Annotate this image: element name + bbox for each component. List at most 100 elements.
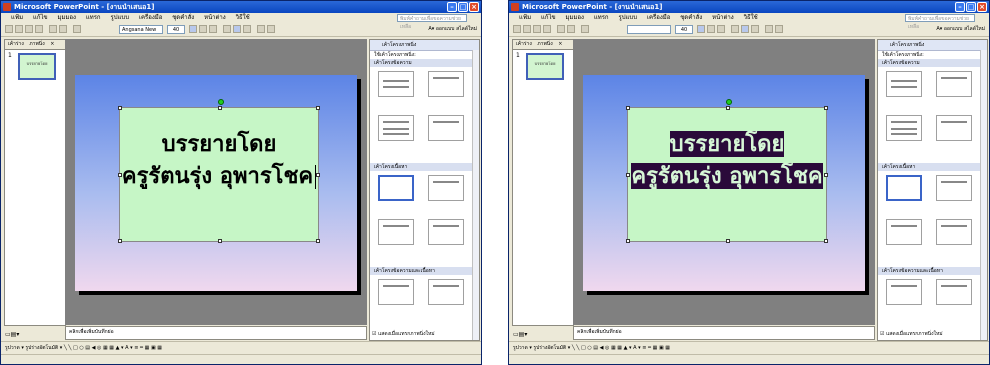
layout-title-two-content[interactable] — [936, 219, 972, 245]
text-placeholder[interactable]: บรรยายโดย ครูรัตนรุ่ง อุพารโชค — [626, 99, 828, 243]
italic-icon[interactable] — [199, 25, 207, 33]
layout-title-text[interactable] — [378, 115, 414, 141]
layout-blank[interactable] — [378, 175, 414, 201]
view-buttons[interactable]: ▭▤▾ — [513, 331, 527, 338]
menu-insert[interactable]: แทรก — [594, 14, 609, 21]
tab-outline[interactable]: เค้าร่าง — [516, 41, 532, 47]
layout-content[interactable] — [428, 175, 464, 201]
underline-icon[interactable] — [717, 25, 725, 33]
show-on-insert-checkbox[interactable]: ☑ แสดงเมื่อแทรกภาพนิ่งใหม่ — [372, 330, 435, 338]
menu-tools[interactable]: เครื่องมือ — [647, 14, 670, 21]
draw-menu[interactable]: รูปวาด — [513, 345, 528, 351]
bold-icon[interactable] — [697, 25, 705, 33]
design-button[interactable]: ออกแบบ — [944, 26, 963, 32]
maximize-button[interactable]: □ — [966, 2, 976, 12]
resize-handle[interactable] — [316, 106, 320, 110]
layout-title-content[interactable] — [378, 219, 414, 245]
resize-handle[interactable] — [726, 239, 730, 243]
resize-handle[interactable] — [316, 239, 320, 243]
align-left-icon[interactable] — [223, 25, 231, 33]
font-size-box[interactable]: 40 — [167, 25, 185, 34]
text-placeholder[interactable]: บรรยายโดย ครูรัตนรุ่ง อุพารโชค — [118, 99, 320, 243]
show-on-insert-checkbox[interactable]: ☑ แสดงเมื่อแทรกภาพนิ่งใหม่ — [880, 330, 943, 338]
paste-icon[interactable] — [567, 25, 575, 33]
draw-shapes-icons[interactable]: ▾ ╲ ╲ □ ○ ▤ ◀ ◎ ▦ ▦ ▲ ▾ A ▾ ≡ ═ ▦ ▣ ▦ — [60, 345, 162, 351]
layout-text-content[interactable] — [886, 279, 922, 305]
numbering-icon[interactable] — [257, 25, 265, 33]
menu-slideshow[interactable]: ชุดคำสั่ง — [172, 14, 194, 21]
underline-icon[interactable] — [209, 25, 217, 33]
slide-canvas[interactable]: บรรยายโดย ครูรัตนรุ่ง อุพารโชค — [583, 75, 865, 291]
close-pane-icon[interactable]: × — [558, 41, 562, 47]
copy-icon[interactable] — [557, 25, 565, 33]
menu-slideshow[interactable]: ชุดคำสั่ง — [680, 14, 702, 21]
font-name-box[interactable] — [627, 25, 671, 34]
slide-thumbnail[interactable]: บรรยายโดย — [526, 53, 564, 80]
resize-handle[interactable] — [218, 106, 222, 110]
undo-icon[interactable] — [73, 25, 81, 33]
resize-handle[interactable] — [118, 239, 122, 243]
menu-view[interactable]: มุมมอง — [58, 14, 76, 21]
slide-thumbnail[interactable]: บรรยายโดย — [18, 53, 56, 80]
notes-pane[interactable]: คลิกเพื่อเพิ่มบันทึกย่อ — [65, 326, 367, 340]
open-icon[interactable] — [523, 25, 531, 33]
autoshapes-menu[interactable]: รูปร่างอัตโนมัติ — [25, 345, 58, 351]
save-icon[interactable] — [25, 25, 33, 33]
layout-title-slide[interactable] — [886, 71, 922, 97]
open-icon[interactable] — [15, 25, 23, 33]
resize-handle[interactable] — [626, 106, 630, 110]
tab-slides[interactable]: ภาพนิ่ง — [29, 41, 44, 47]
minimize-button[interactable]: – — [955, 2, 965, 12]
layout-title-slide[interactable] — [378, 71, 414, 97]
resize-handle[interactable] — [118, 106, 122, 110]
align-right-icon[interactable] — [243, 25, 251, 33]
layout-text-content[interactable] — [378, 279, 414, 305]
menu-view[interactable]: มุมมอง — [566, 14, 584, 21]
tab-slides[interactable]: ภาพนิ่ง — [537, 41, 552, 47]
paste-icon[interactable] — [59, 25, 67, 33]
new-icon[interactable] — [5, 25, 13, 33]
font-name-box[interactable]: Angsana New — [119, 25, 163, 34]
menu-tools[interactable]: เครื่องมือ — [139, 14, 162, 21]
layout-two-column[interactable] — [428, 115, 464, 141]
close-button[interactable]: × — [977, 2, 987, 12]
layout-title-only[interactable] — [428, 71, 464, 97]
font-color-icon[interactable]: A▾ — [936, 26, 944, 32]
view-buttons[interactable]: ▭▤▾ — [5, 331, 19, 338]
layout-blank[interactable] — [886, 175, 922, 201]
menu-help[interactable]: วิธีใช้ — [236, 14, 250, 21]
resize-handle[interactable] — [726, 106, 730, 110]
save-icon[interactable] — [533, 25, 541, 33]
new-slide-button[interactable]: สไลด์ใหม่ — [964, 26, 985, 32]
undo-icon[interactable] — [581, 25, 589, 33]
italic-icon[interactable] — [707, 25, 715, 33]
new-slide-button[interactable]: สไลด์ใหม่ — [456, 26, 477, 32]
menu-format[interactable]: รูปแบบ — [618, 14, 637, 21]
bullets-icon[interactable] — [775, 25, 783, 33]
draw-menu[interactable]: รูปวาด — [5, 345, 20, 351]
ask-question-input[interactable]: พิมพ์คำถามเพื่อขอความช่วยเหลือ — [905, 14, 975, 30]
resize-handle[interactable] — [824, 239, 828, 243]
layout-content-text[interactable] — [936, 279, 972, 305]
rotate-handle[interactable] — [218, 99, 224, 105]
copy-icon[interactable] — [49, 25, 57, 33]
menu-insert[interactable]: แทรก — [86, 14, 101, 21]
close-button[interactable]: × — [469, 2, 479, 12]
align-left-icon[interactable] — [731, 25, 739, 33]
task-pane-scrollbar[interactable] — [980, 50, 987, 340]
font-color-icon[interactable]: A▾ — [428, 26, 436, 32]
menu-file[interactable]: แฟ้ม — [519, 14, 531, 21]
rotate-handle[interactable] — [726, 99, 732, 105]
layout-title-content[interactable] — [886, 219, 922, 245]
layout-two-column[interactable] — [936, 115, 972, 141]
align-center-icon[interactable] — [741, 25, 749, 33]
menu-file[interactable]: แฟ้ม — [11, 14, 23, 21]
bold-icon[interactable] — [189, 25, 197, 33]
slide-text-line1[interactable]: บรรยายโดย — [162, 131, 277, 157]
maximize-button[interactable]: □ — [458, 2, 468, 12]
new-icon[interactable] — [513, 25, 521, 33]
resize-handle[interactable] — [626, 239, 630, 243]
tab-outline[interactable]: เค้าร่าง — [8, 41, 24, 47]
resize-handle[interactable] — [824, 106, 828, 110]
font-size-box[interactable]: 40 — [675, 25, 693, 34]
